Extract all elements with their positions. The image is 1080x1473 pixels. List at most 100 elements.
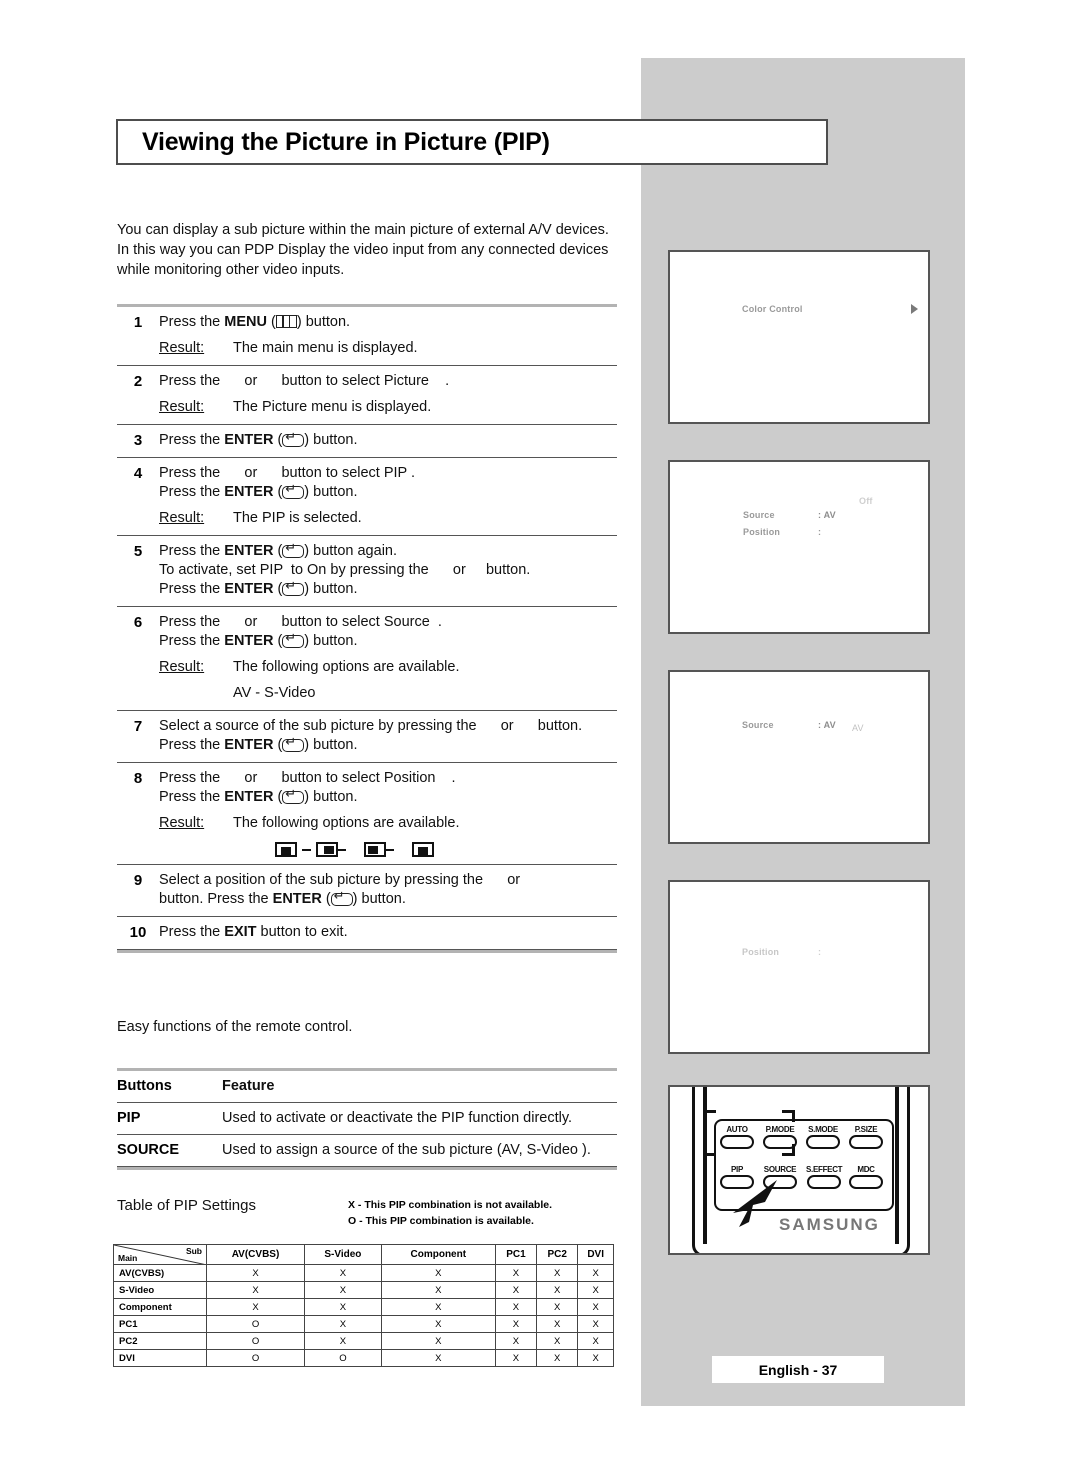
step-text-post: ) button. <box>304 432 358 448</box>
remote-button-label: S.MODE <box>808 1125 838 1134</box>
osd-label-color-control: Color Control <box>742 304 803 314</box>
table-bottom-rule <box>117 1167 617 1170</box>
step-text-post: ) button. <box>352 891 406 907</box>
result-label: Result: <box>159 659 205 675</box>
step-text: Press the ENTER () button again. To acti… <box>159 542 617 599</box>
matrix-cell: X <box>536 1315 579 1333</box>
buttons-feature-table: Buttons Feature PIP Used to activate or … <box>117 1068 617 1170</box>
legend-x: X - This PIP combination is not availabl… <box>348 1199 553 1211</box>
osd-label-source: Source <box>743 510 775 520</box>
matrix-cell: X <box>577 1332 614 1350</box>
matrix-row-label: DVI <box>113 1349 207 1367</box>
key-label: ENTER <box>224 432 274 448</box>
remote-button-smode[interactable]: S.MODE <box>806 1125 840 1149</box>
step-text-post: ) button. <box>296 314 351 330</box>
matrix-cell: X <box>494 1298 538 1316</box>
step-text-post: ) button. <box>304 737 358 753</box>
steps-list: 1 Press the MENU () button. Result: The … <box>117 304 617 953</box>
matrix-cell: X <box>577 1264 614 1282</box>
matrix-row: DVI O O X X X X <box>113 1349 614 1367</box>
step-text-pre: Press the <box>159 432 225 448</box>
matrix-cell: X <box>304 1315 382 1333</box>
icon-tail <box>338 848 346 851</box>
step-text-pre: Press the or button to select Source . <box>159 614 442 630</box>
brand-logo: SAMSUNG <box>779 1215 880 1234</box>
step-text: Press the or button to select Picture . … <box>159 372 617 417</box>
step-item: 1 Press the MENU () button. Result: The … <box>117 307 617 366</box>
enter-icon <box>282 736 305 752</box>
column-header-feature: Feature <box>222 1078 275 1094</box>
step-text-pre: Press the <box>159 484 225 500</box>
step-text-pre: Press the <box>159 737 225 753</box>
result-text: The Picture menu is displayed. <box>233 399 432 415</box>
key-label: ENTER <box>224 484 274 500</box>
button-feature: Used to assign a source of the sub pictu… <box>222 1142 591 1158</box>
key-label: ENTER <box>224 633 274 649</box>
enter-icon <box>282 632 305 648</box>
result-text: The following options are available. <box>233 815 460 831</box>
matrix-col-header: AV(CVBS) <box>205 1244 306 1265</box>
osd-value-source: : AV <box>818 510 836 520</box>
remote-button-psize[interactable]: P.SIZE <box>849 1125 883 1149</box>
step-item: 2 Press the or button to select Picture … <box>117 366 617 425</box>
pointer-arrow-icon <box>733 1180 777 1227</box>
matrix-cell: X <box>304 1264 382 1282</box>
osd-value-position: : <box>818 947 822 957</box>
step-item: 9 Select a position of the sub picture b… <box>117 865 617 917</box>
step-text-pre: button. Press the <box>159 891 273 907</box>
matrix-cell: X <box>380 1281 496 1299</box>
enter-icon <box>282 542 305 558</box>
step-text-post: ) button. <box>304 484 358 500</box>
matrix-cell: X <box>494 1281 538 1299</box>
remote-button-seffect[interactable]: S.EFFECT <box>806 1165 843 1189</box>
step-item: 4 Press the or button to select PIP . Pr… <box>117 458 617 536</box>
remote-edge-right <box>895 1087 899 1244</box>
step-item: 10 Press the EXIT button to exit. <box>117 917 617 950</box>
step-number: 5 <box>133 543 143 560</box>
page-number: English - 37 <box>758 1361 838 1378</box>
matrix-cell: X <box>536 1264 579 1282</box>
result-label: Result: <box>159 815 205 831</box>
step-text-pre: Select a source of the sub picture by pr… <box>159 718 583 734</box>
step-text: Select a source of the sub picture by pr… <box>159 717 617 755</box>
pip-position-top-right-icon <box>412 842 434 857</box>
result-label: Result: <box>159 399 205 415</box>
matrix-cell: X <box>380 1332 496 1350</box>
remote-button-mdc[interactable]: MDC <box>849 1165 883 1189</box>
pip-settings-matrix: Main Sub AV(CVBS) S-Video Component PC1 … <box>113 1244 614 1367</box>
key-label: ENTER <box>224 581 274 597</box>
step-item: 8 Press the or button to select Position… <box>117 763 617 865</box>
button-feature: Used to activate or deactivate the PIP f… <box>222 1110 573 1126</box>
matrix-cell: X <box>380 1315 496 1333</box>
matrix-row-label: PC1 <box>113 1315 207 1333</box>
step-text: Press the MENU () button. Result: The ma… <box>159 313 617 358</box>
osd-label-source: Source <box>742 720 774 730</box>
matrix-cell: X <box>494 1264 538 1282</box>
key-label: MENU <box>224 314 267 330</box>
step-item: 7 Select a source of the sub picture by … <box>117 711 617 763</box>
key-label: ENTER <box>224 543 274 559</box>
matrix-row: Component X X X X X X <box>113 1298 614 1316</box>
matrix-col-header: Component <box>380 1244 496 1265</box>
matrix-cell: X <box>304 1332 382 1350</box>
button-cap <box>849 1175 883 1189</box>
matrix-cell: X <box>577 1315 614 1333</box>
icon-tail <box>386 848 394 851</box>
matrix-row: PC2 O X X X X X <box>113 1332 614 1350</box>
pip-position-bottom-right-icon <box>275 842 297 857</box>
matrix-row-label: AV(CVBS) <box>113 1264 207 1282</box>
menu-icon <box>275 315 297 328</box>
osd-label-position: Position <box>742 947 780 957</box>
step-number: 8 <box>133 770 143 787</box>
enter-icon <box>282 580 305 596</box>
button-cap <box>806 1135 840 1149</box>
matrix-cell: X <box>205 1264 306 1282</box>
matrix-axis-main: Main <box>118 1253 138 1263</box>
matrix-axis-sub: Sub <box>185 1246 202 1256</box>
osd-value-position: : <box>818 527 822 537</box>
step-number: 9 <box>133 872 143 889</box>
key-label: ENTER <box>224 737 274 753</box>
key-label: ENTER <box>272 891 322 907</box>
remote-button-label: MDC <box>857 1165 875 1174</box>
step-text-pre: Press the <box>159 581 225 597</box>
